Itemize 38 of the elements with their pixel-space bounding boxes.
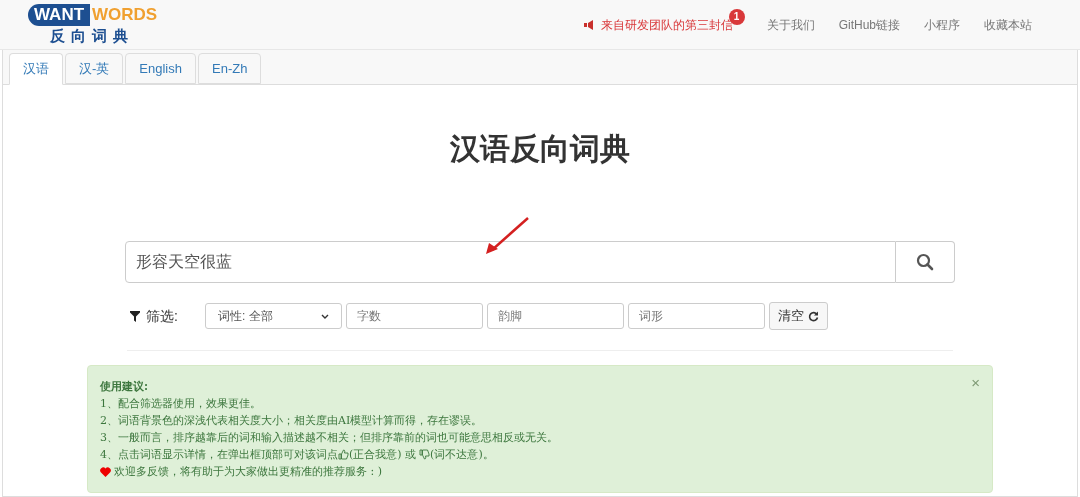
filter-label: 筛选:: [146, 306, 179, 326]
close-button[interactable]: ×: [971, 374, 980, 391]
tip-line: 3、一般而言，排序越靠后的词和输入描述越不相关；但排序靠前的词也可能意思相反或无关。: [100, 430, 558, 446]
nav-link[interactable]: GitHub链接: [838, 15, 900, 34]
tip-text: (词不达意)。: [430, 447, 494, 463]
tab[interactable]: 汉语: [9, 53, 63, 85]
tip-text: (正合我意) 或: [349, 447, 417, 463]
tab[interactable]: 汉-英: [65, 53, 124, 84]
logo-subtitle: 反向词典: [50, 25, 134, 46]
part-of-speech-dropdown[interactable]: 词性: 全部: [205, 303, 342, 329]
nav-link[interactable]: 小程序: [924, 15, 960, 34]
search-field[interactable]: 形容天空很蓝: [125, 241, 896, 283]
logo-word: WORDS: [92, 3, 158, 26]
nav-link[interactable]: 关于我们: [766, 15, 815, 34]
tip-line: 4、点击词语显示详情，在弹出框顶部可对该词点: [100, 447, 338, 463]
page-title: 汉语反向词典: [449, 130, 631, 168]
search-icon: [916, 253, 934, 271]
input-field[interactable]: 词形: [628, 303, 765, 329]
logo-word: WANT: [28, 3, 91, 26]
tip-line: 欢迎多反馈，将有助于为大家做出更精准的推荐服务 : ): [114, 464, 382, 480]
input-field[interactable]: 韵脚: [487, 303, 624, 329]
search-button[interactable]: [896, 241, 955, 283]
input-field[interactable]: 字数: [346, 303, 483, 329]
nav-link[interactable]: 收藏本站: [984, 15, 1032, 34]
heart-icon: [100, 466, 111, 477]
thumbs-up-icon: [338, 449, 349, 460]
filter-icon: [130, 310, 140, 322]
megaphone-icon: [583, 19, 595, 30]
refresh-icon: [808, 310, 819, 322]
annotation-arrow: [484, 216, 530, 256]
tip-line: 2、词语背景色的深浅代表相关度大小；相关度由AI模型计算而得，存在谬误。: [100, 413, 483, 429]
chevron-down-icon: [321, 313, 329, 319]
tip-line: 1、配合筛选器使用，效果更佳。: [100, 396, 261, 412]
tab[interactable]: En-Zh: [198, 53, 262, 84]
tips-title: 使用建议:: [100, 379, 149, 395]
clear-button[interactable]: 清空: [769, 302, 828, 330]
tab[interactable]: English: [125, 53, 196, 84]
thumbs-down-icon: [419, 449, 431, 460]
